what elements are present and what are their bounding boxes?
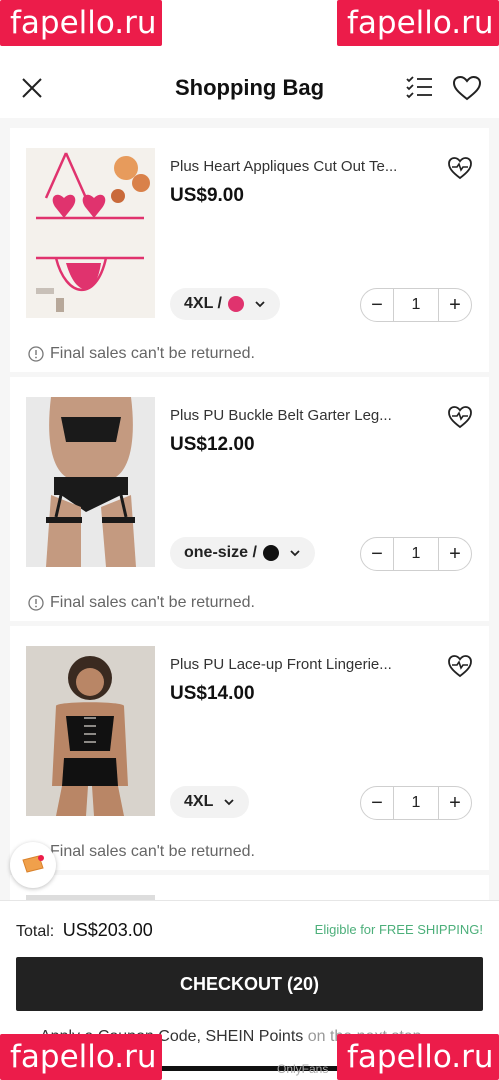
info-icon	[28, 346, 44, 362]
watermark: fapello.ru	[337, 1034, 499, 1080]
move-to-wishlist-icon[interactable]	[447, 156, 473, 180]
watermark: fapello.ru	[0, 1034, 162, 1080]
product-name[interactable]: Plus PU Buckle Belt Garter Leg...	[170, 407, 430, 424]
increment-button[interactable]: +	[439, 538, 471, 570]
cart-item: Plus PU Lace-up Front Lingerie... US$14.…	[10, 626, 489, 870]
move-to-wishlist-icon[interactable]	[447, 405, 473, 429]
quantity-value[interactable]: 1	[393, 538, 439, 570]
variant-label: 4XL /	[184, 295, 222, 312]
quantity-stepper: − 1 +	[360, 537, 472, 571]
product-name[interactable]: Plus PU Lace-up Front Lingerie...	[170, 656, 430, 673]
chevron-down-icon	[255, 301, 265, 308]
free-shipping-note: Eligible for FREE SHIPPING!	[314, 922, 483, 937]
watermark: fapello.ru	[0, 0, 162, 46]
coupon-float-button[interactable]	[10, 842, 56, 888]
checklist-icon[interactable]	[405, 75, 433, 101]
note-text: Final sales can't be returned.	[50, 594, 255, 611]
product-price: US$9.00	[170, 185, 244, 206]
checkout-button[interactable]: CHECKOUT (20)	[16, 957, 483, 1011]
product-name[interactable]: Plus Heart Appliques Cut Out Te...	[170, 158, 430, 175]
decrement-button[interactable]: −	[361, 787, 393, 819]
move-to-wishlist-icon[interactable]	[447, 654, 473, 678]
final-sale-note: Final sales can't be returned.	[28, 843, 255, 861]
product-price: US$14.00	[170, 683, 255, 704]
bottom-watermark-label: OnlyFans	[277, 1062, 329, 1076]
chevron-down-icon	[224, 799, 234, 806]
variant-selector[interactable]: 4XL	[170, 786, 250, 818]
note-text: Final sales can't be returned.	[50, 843, 255, 860]
total-label: Total:	[16, 923, 55, 940]
watermark: fapello.ru	[337, 0, 499, 46]
variant-selector[interactable]: one-size /	[170, 537, 315, 569]
info-icon	[28, 595, 44, 611]
wishlist-heart-icon[interactable]	[452, 75, 482, 101]
product-image[interactable]	[26, 148, 155, 318]
product-image[interactable]	[26, 397, 155, 567]
quantity-value[interactable]: 1	[393, 289, 439, 321]
ticket-icon	[22, 855, 44, 873]
decrement-button[interactable]: −	[361, 289, 393, 321]
product-image[interactable]	[26, 646, 155, 816]
product-price: US$12.00	[170, 434, 255, 455]
order-total: Total: US$203.00	[16, 920, 153, 941]
final-sale-note: Final sales can't be returned.	[28, 345, 255, 363]
variant-label: 4XL	[184, 793, 214, 810]
cart-item: Plus Heart Appliques Cut Out Te... US$9.…	[10, 128, 489, 372]
increment-button[interactable]: +	[439, 787, 471, 819]
cart-item	[10, 875, 489, 900]
chevron-down-icon	[290, 550, 300, 557]
note-text: Final sales can't be returned.	[50, 345, 255, 362]
increment-button[interactable]: +	[439, 289, 471, 321]
quantity-value[interactable]: 1	[393, 787, 439, 819]
cart-item: Plus PU Buckle Belt Garter Leg... US$12.…	[10, 377, 489, 621]
total-value: US$203.00	[62, 920, 153, 940]
variant-label: one-size /	[184, 544, 257, 561]
quantity-stepper: − 1 +	[360, 786, 472, 820]
cart-item-list: Plus Heart Appliques Cut Out Te... US$9.…	[10, 118, 489, 900]
final-sale-note: Final sales can't be returned.	[28, 594, 255, 612]
decrement-button[interactable]: −	[361, 538, 393, 570]
color-swatch	[262, 545, 279, 561]
color-swatch	[227, 296, 244, 312]
variant-selector[interactable]: 4XL /	[170, 288, 280, 320]
quantity-stepper: − 1 +	[360, 288, 472, 322]
